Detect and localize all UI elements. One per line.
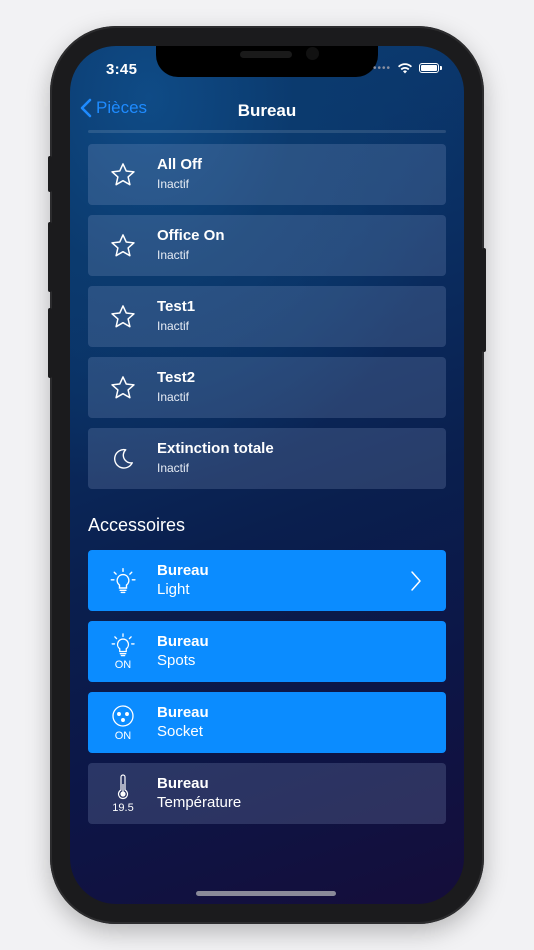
moon-icon (104, 438, 142, 480)
volume-down-button (48, 308, 52, 378)
star-icon (104, 225, 142, 267)
accessory-card-bureau-light[interactable]: Bureau Light (88, 550, 446, 611)
temperature-value: 19.5 (112, 802, 134, 814)
star-icon (104, 367, 142, 409)
accessory-name: Socket (157, 723, 203, 740)
chevron-right-icon[interactable] (410, 570, 422, 592)
accessory-name: Température (157, 794, 242, 811)
scene-status: Inactif (157, 319, 190, 333)
status-indicators: •••• (373, 62, 442, 74)
bulb-icon (111, 633, 135, 657)
scene-status: Inactif (157, 177, 190, 191)
accessory-card-bureau-temperature[interactable]: 19.5 Bureau Température (88, 763, 446, 824)
scene-card-test2[interactable]: Test2 Inactif (88, 357, 446, 418)
scene-card-test1[interactable]: Test1 Inactif (88, 286, 446, 347)
front-camera (306, 47, 319, 60)
accessory-icon-container: ON (104, 631, 142, 673)
page-title: Bureau (237, 101, 297, 120)
signal-dots: •••• (372, 62, 391, 74)
scene-status: Inactif (157, 248, 190, 262)
accessory-icon-container: 19.5 (104, 773, 142, 815)
star-icon (104, 296, 142, 338)
power-button (482, 248, 486, 352)
navigation-bar: Pièces Bureau (70, 96, 464, 130)
notch (156, 46, 378, 77)
speaker (240, 51, 292, 58)
content-list: All Off Inactif Office On Inactif Test1 … (88, 144, 446, 834)
wifi-icon (398, 63, 412, 74)
home-indicator[interactable] (196, 891, 336, 896)
thermometer-icon (117, 774, 129, 800)
accessory-card-bureau-spots[interactable]: ON Bureau Spots (88, 621, 446, 682)
mute-switch (48, 156, 52, 192)
accessory-name: Spots (157, 652, 196, 669)
accessory-name: Light (157, 581, 190, 598)
accessory-title: Bureau (157, 562, 209, 579)
scene-card-office-on[interactable]: Office On Inactif (88, 215, 446, 276)
scene-card-all-off[interactable]: All Off Inactif (88, 144, 446, 205)
accessory-icon-container: ON (104, 702, 142, 744)
accessory-state: ON (114, 659, 132, 671)
scene-title: Office On (157, 227, 225, 244)
scene-title: Test1 (157, 298, 196, 315)
status-time: 3:45 (106, 61, 138, 78)
screen: 3:45 •••• Pièces Bureau All Off Inactif (70, 46, 464, 904)
accessories-section-header: Accessoires (88, 515, 186, 535)
scroll-divider (88, 130, 446, 133)
battery-cap (440, 66, 442, 70)
accessory-title: Bureau (157, 775, 209, 792)
scene-card-extinction-totale[interactable]: Extinction totale Inactif (88, 428, 446, 489)
battery-icon (419, 63, 439, 73)
accessory-title: Bureau (157, 704, 209, 721)
volume-up-button (48, 222, 52, 292)
scene-title: Extinction totale (157, 440, 274, 457)
accessory-card-bureau-socket[interactable]: ON Bureau Socket (88, 692, 446, 753)
bulb-icon (104, 560, 142, 602)
scene-status: Inactif (157, 390, 190, 404)
socket-icon (112, 705, 134, 727)
scene-title: All Off (157, 156, 202, 173)
accessory-title: Bureau (157, 633, 209, 650)
scene-title: Test2 (157, 369, 196, 386)
star-icon (104, 154, 142, 196)
scene-status: Inactif (157, 461, 190, 475)
accessory-state: ON (114, 730, 132, 742)
